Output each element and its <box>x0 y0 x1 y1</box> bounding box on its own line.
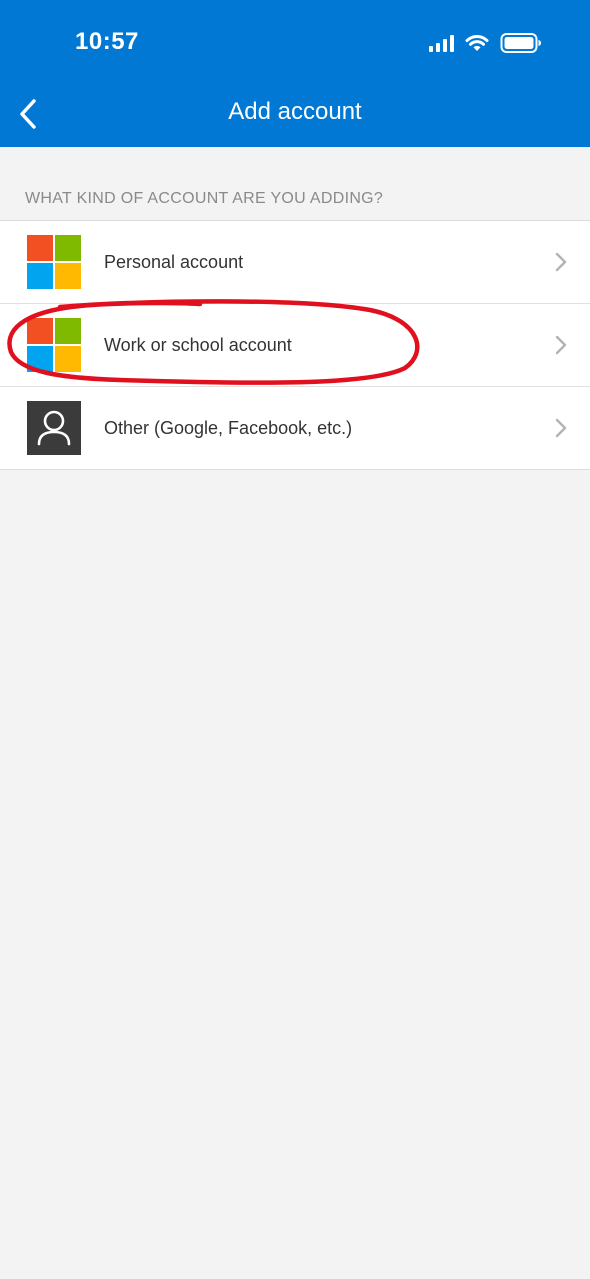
battery-icon <box>500 33 541 53</box>
wifi-icon <box>465 34 489 51</box>
add-account-screen: 10:57 Add account WHAT KIND OF ACCOUNT A… <box>0 0 590 1279</box>
microsoft-logo-icon <box>27 235 81 289</box>
chevron-right-icon <box>555 418 567 438</box>
chevron-right-icon <box>555 335 567 355</box>
section-header: WHAT KIND OF ACCOUNT ARE YOU ADDING? <box>25 190 384 207</box>
status-icons <box>429 32 542 54</box>
chevron-right-icon <box>555 252 567 272</box>
account-type-list: Personal account Work or school account <box>0 220 590 470</box>
personal-account-row[interactable]: Personal account <box>0 221 590 303</box>
row-label: Other (Google, Facebook, etc.) <box>104 417 353 438</box>
other-account-row[interactable]: Other (Google, Facebook, etc.) <box>0 386 590 469</box>
signal-icon <box>429 34 454 52</box>
person-icon <box>27 401 81 455</box>
row-label: Work or school account <box>104 334 292 355</box>
work-school-account-row[interactable]: Work or school account <box>0 303 590 386</box>
app-header: 10:57 Add account <box>0 0 590 147</box>
row-label: Personal account <box>104 251 244 272</box>
status-time: 10:57 <box>75 28 139 55</box>
microsoft-logo-icon <box>27 318 81 372</box>
page-title: Add account <box>228 98 362 125</box>
